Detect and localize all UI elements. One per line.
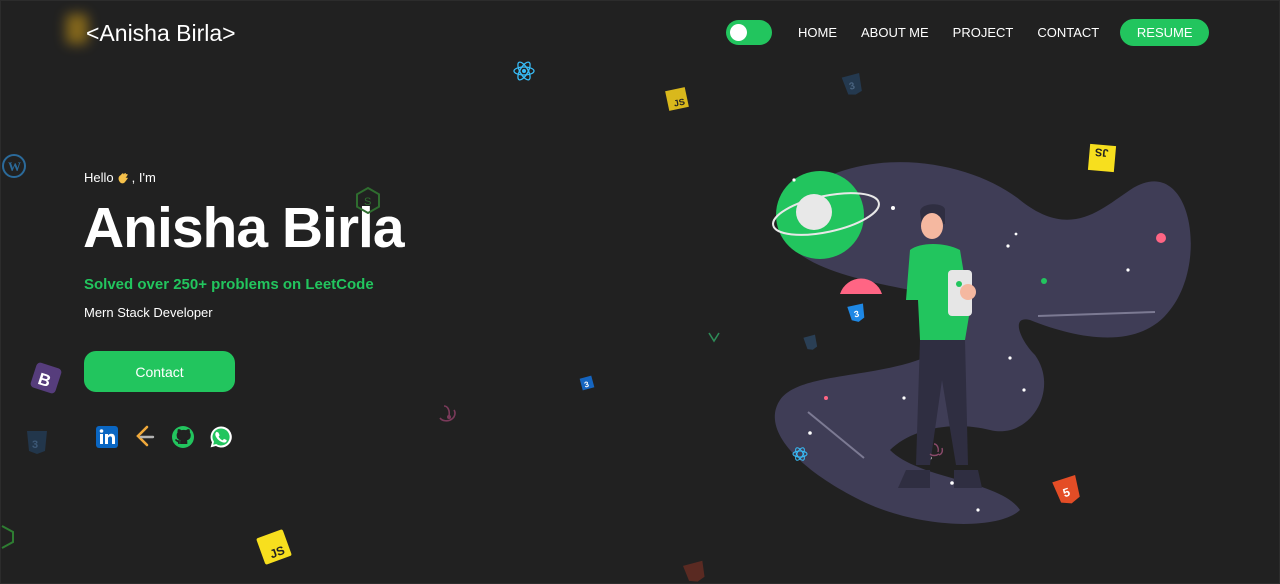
greeting-im: , I'm (131, 170, 156, 185)
redux-icon (439, 405, 456, 422)
nodejs-icon: S (356, 186, 380, 214)
nodejs-icon (1, 525, 14, 549)
bootstrap-icon: B (30, 362, 62, 394)
react-icon (513, 61, 535, 81)
site-logo[interactable]: <Anisha Birla> (86, 20, 236, 47)
green-dot (1041, 278, 1047, 284)
svg-text:S: S (364, 196, 371, 208)
javascript-icon: JS (665, 87, 689, 111)
leetcode-icon[interactable] (132, 424, 158, 450)
svg-text:3: 3 (32, 439, 38, 451)
css-icon: 3 (579, 375, 595, 391)
nav-about-me[interactable]: ABOUT ME (861, 25, 929, 40)
whatsapp-icon[interactable] (208, 424, 234, 450)
contact-button[interactable]: Contact (84, 351, 235, 392)
toggle-knob (730, 24, 747, 41)
github-icon[interactable] (170, 424, 196, 450)
css-icon: 3 (27, 431, 47, 454)
logo-glow (66, 14, 88, 44)
css-icon: 3 (841, 73, 862, 95)
waving-hand-icon (118, 172, 128, 183)
nav-project[interactable]: PROJECT (953, 25, 1014, 40)
planet-moon (796, 194, 832, 230)
nav-contact[interactable]: CONTACT (1037, 25, 1099, 40)
pink-dot (1156, 233, 1166, 243)
resume-button[interactable]: RESUME (1120, 19, 1210, 46)
nav-home[interactable]: HOME (798, 25, 837, 40)
main-nav: HOME ABOUT ME PROJECT CONTACT RESUME (726, 19, 1210, 46)
role-title: Mern Stack Developer (84, 305, 213, 320)
theme-toggle[interactable] (726, 20, 772, 45)
developer-space-illustration (772, 162, 1191, 524)
svg-text:W: W (8, 159, 21, 174)
leetcode-tagline: Solved over 250+ problems on LeetCode (84, 276, 374, 293)
vue-icon (708, 332, 720, 343)
pink-star (824, 396, 828, 400)
wordpress-icon: W (2, 154, 26, 178)
greeting: Hello , I'm (84, 170, 156, 185)
javascript-icon: JS (256, 529, 292, 565)
html5-icon (683, 560, 705, 582)
linkedin-icon[interactable] (94, 424, 120, 450)
greeting-hello: Hello (84, 170, 114, 185)
